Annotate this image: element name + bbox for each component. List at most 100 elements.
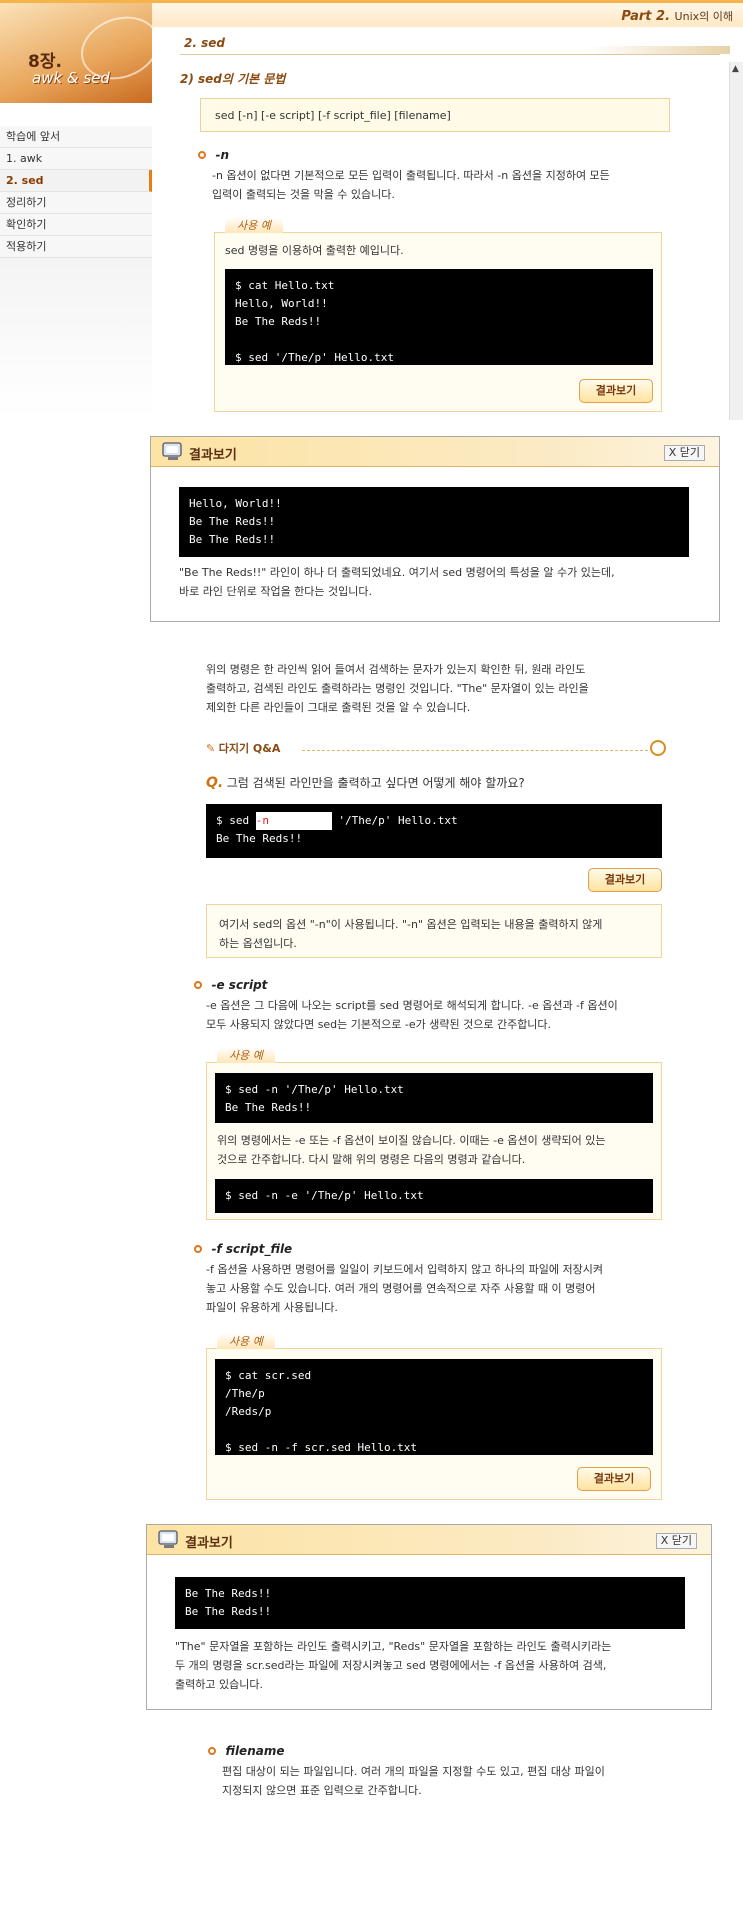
syntax-text: sed [-n] [-e script] [-f script_file] [f… (215, 109, 451, 122)
qa-dashed-line (302, 750, 648, 751)
section-divider (180, 54, 720, 55)
result-popup-2: 결과보기 X 닫기 Be The Reds!! Be The Reds!! "T… (146, 1524, 712, 1710)
pencil-icon: ✎ (206, 742, 216, 755)
opt-n-desc-line1: -n 옵션이 없다면 기본적으로 모든 입력이 출력됩니다. 따라서 -n 옵션… (212, 169, 610, 182)
terminal-line: /Reds/p (225, 1405, 272, 1418)
opt-e-desc-line1: -e 옵션은 그 다음에 나오는 script를 sed 명령어로 해석되게 합… (206, 999, 618, 1012)
terminal-line: Hello, World!! (189, 497, 282, 510)
terminal-line: $ cat Hello.txt (235, 279, 335, 292)
opt-e-desc: -e 옵션은 그 다음에 나오는 script를 sed 명령어로 해석되게 합… (206, 996, 706, 1034)
bullet-icon (194, 1245, 202, 1253)
popup1-desc-line2: 바로 라인 단위로 작업을 한다는 것입니다. (179, 585, 373, 598)
content-scrollbar[interactable]: ▲ (729, 62, 743, 420)
qa-terminal: $ sed -n '/The/p' Hello.txt Be The Reds!… (206, 804, 662, 858)
part-header: Part 2. Unix의 이해 (152, 3, 743, 27)
sidebar-fade (0, 258, 152, 418)
terminal-line: $ cat scr.sed (225, 1369, 312, 1382)
opt-n-desc-line2: 입력이 출력되는 것을 막을 수 있습니다. (212, 188, 395, 201)
terminal-line: Be The Reds!! (216, 832, 303, 845)
chapter-name: awk & sed (32, 69, 110, 87)
terminal-line: $ sed '/The/p' Hello.txt (235, 351, 394, 364)
opt-f-desc: -f 옵션을 사용하면 명령어를 일일이 키보드에서 입력하지 않고 하나의 파… (206, 1260, 706, 1317)
opt-n-example-box: 사용 예 sed 명령을 이용하여 출력한 예입니다. $ cat Hello.… (214, 217, 662, 412)
sidebar-item-intro[interactable]: 학습에 앞서 (0, 126, 152, 148)
opt-f-heading: -f script_file (194, 1242, 292, 1256)
explain-line2: 출력하고, 검색된 라인도 출력하라는 명령인 것입니다. "The" 문자열이… (206, 682, 589, 695)
popup-header: 결과보기 X 닫기 (147, 1525, 711, 1555)
qa-header: ✎ 다지기 Q&A (206, 740, 666, 760)
sidebar-item-summary[interactable]: 정리하기 (0, 192, 152, 214)
qa-question: Q. 그럼 검색된 라인만을 출력하고 싶다면 어떻게 해야 할까요? (206, 774, 686, 793)
popup2-desc-line2: 두 개의 명령을 scr.sed라는 파일에 저장시켜놓고 sed 명령에에서는… (175, 1659, 607, 1672)
opt-filename-desc-line1: 편집 대상이 되는 파일입니다. 여러 개의 파일을 지정할 수도 있고, 편집… (222, 1765, 605, 1778)
qa-question-text: 그럼 검색된 라인만을 출력하고 싶다면 어떻게 해야 할까요? (226, 776, 525, 790)
qa-result-button[interactable]: 결과보기 (588, 868, 662, 892)
bullet-icon (194, 981, 202, 989)
popup2-desc-line3: 출력하고 있습니다. (175, 1678, 263, 1691)
popup-header: 결과보기 X 닫기 (151, 437, 719, 467)
terminal-line: /The/p (225, 1387, 265, 1400)
example-label: 사용 예 (217, 1047, 275, 1063)
terminal-line: Be The Reds!! (189, 515, 276, 528)
opt-f-title: -f script_file (211, 1242, 293, 1256)
opt-n-title: -n (215, 148, 230, 162)
popup1-terminal: Hello, World!! Be The Reds!! Be The Reds… (179, 487, 689, 557)
explain-line1: 위의 명령은 한 라인씩 읽어 들여서 검색하는 문자가 있는지 확인한 뒤, … (206, 663, 586, 676)
example-label: 사용 예 (217, 1333, 275, 1349)
result-button[interactable]: 결과보기 (577, 1467, 651, 1491)
syntax-box: sed [-n] [-e script] [-f script_file] [f… (200, 98, 670, 132)
sidebar-item-awk[interactable]: 1. awk (0, 148, 152, 170)
opt-f-desc-line1: -f 옵션을 사용하면 명령어를 일일이 키보드에서 입력하지 않고 하나의 파… (206, 1263, 604, 1276)
terminal-line: Be The Reds!! (189, 533, 276, 546)
answer-input[interactable]: -n (255, 812, 332, 830)
scroll-up-icon[interactable]: ▲ (732, 64, 742, 76)
opt-e-mid: 위의 명령에서는 -e 또는 -f 옵션이 보이질 않습니다. 이때는 -e 옵… (217, 1131, 657, 1169)
bullet-icon (198, 151, 206, 159)
sidebar-item-sed[interactable]: 2. sed (0, 170, 152, 192)
opt-e-title: -e script (211, 978, 268, 992)
part-label: Part 2. (621, 9, 671, 24)
result-popup-1: 결과보기 X 닫기 Hello, World!! Be The Reds!! B… (150, 436, 720, 622)
part-title: Part 2. Unix의 이해 (621, 8, 733, 24)
terminal-line: Be The Reds!! (185, 1587, 272, 1600)
popup-title: 결과보기 (189, 448, 237, 463)
terminal-line: $ sed -n '/The/p' Hello.txt (225, 1083, 404, 1096)
bullet-icon (208, 1747, 216, 1755)
qa-label: 다지기 Q&A (218, 742, 281, 755)
popup1-desc: "Be The Reds!!" 라인이 하나 더 출력되었네요. 여기서 sed… (179, 563, 709, 601)
sidebar-nav: 학습에 앞서 1. awk 2. sed 정리하기 확인하기 적용하기 (0, 126, 152, 258)
opt-filename-desc: 편집 대상이 되는 파일입니다. 여러 개의 파일을 지정할 수도 있고, 편집… (222, 1762, 702, 1800)
terminal-line: $ sed -n -e '/The/p' Hello.txt (225, 1189, 424, 1202)
question-icon: Q. (206, 775, 224, 791)
term-suffix: '/The/p' Hello.txt (331, 814, 458, 827)
opt-filename-heading: filename (208, 1744, 284, 1758)
opt-e-mid-line1: 위의 명령에서는 -e 또는 -f 옵션이 보이질 않습니다. 이때는 -e 옵… (217, 1134, 606, 1147)
opt-e-example-box: 사용 예 $ sed -n '/The/p' Hello.txt Be The … (206, 1047, 662, 1220)
opt-f-desc-line2: 놓고 사용할 수도 있습니다. 여러 개의 명령어를 연속적으로 자주 사용할 … (206, 1282, 596, 1295)
terminal-line: $ sed -n -f scr.sed Hello.txt (225, 1441, 418, 1454)
terminal-line: Be The Reds!! (185, 1605, 272, 1618)
close-button[interactable]: X 닫기 (663, 445, 705, 461)
terminal-line: Hello, World!! (235, 297, 328, 310)
section-tab-decoration (590, 46, 730, 54)
example-label: 사용 예 (225, 217, 283, 233)
popup2-terminal: Be The Reds!! Be The Reds!! (175, 1577, 685, 1629)
sidebar-item-apply[interactable]: 적용하기 (0, 236, 152, 258)
explain-paragraph: 위의 명령은 한 라인씩 읽어 들여서 검색하는 문자가 있는지 확인한 뒤, … (206, 660, 706, 717)
chapter-logo: 8장. awk & sed (0, 3, 152, 103)
popup1-desc-line1: "Be The Reds!!" 라인이 하나 더 출력되었네요. 여기서 sed… (179, 566, 615, 579)
subsection-title: 2) sed의 기본 문법 (180, 72, 286, 86)
close-button[interactable]: X 닫기 (655, 1533, 697, 1549)
result-button[interactable]: 결과보기 (579, 379, 653, 403)
sidebar-item-check[interactable]: 확인하기 (0, 214, 152, 236)
qa-answer-line1: 여기서 sed의 옵션 "-n"이 사용됩니다. "-n" 옵션은 입력되는 내… (219, 918, 603, 931)
popup2-desc-line1: "The" 문자열을 포함하는 라인도 출력시키고, "Reds" 문자열을 포… (175, 1640, 612, 1653)
opt-e-mid-line2: 것으로 간주합니다. 다시 말해 위의 명령은 다음의 명령과 같습니다. (217, 1153, 526, 1166)
terminal-line: Be The Reds!! (225, 1101, 312, 1114)
opt-filename-title: filename (225, 1744, 285, 1758)
opt-e-terminal1: $ sed -n '/The/p' Hello.txt Be The Reds!… (215, 1073, 653, 1123)
opt-n-heading: -n (198, 148, 229, 162)
opt-filename-desc-line2: 지정되지 않으면 표준 입력으로 간주합니다. (222, 1784, 422, 1797)
